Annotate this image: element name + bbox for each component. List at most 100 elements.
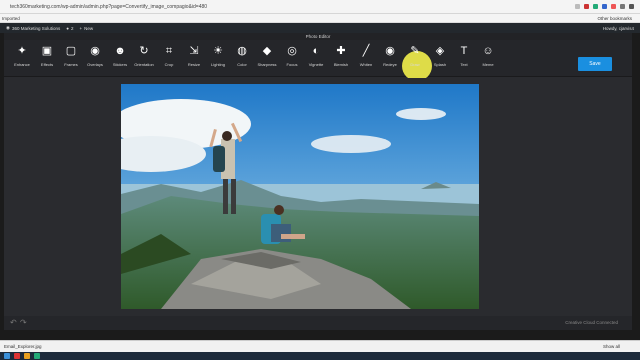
redo-icon[interactable]: ↷ <box>20 318 27 327</box>
tool-redeye[interactable]: ◉ Redeye <box>378 44 402 74</box>
photo-image <box>121 84 479 309</box>
tool-orientation[interactable]: ↻ Orientation <box>132 44 156 74</box>
wp-admin-bar: ◉ 360 Marketing Solutions ● 2 + New Howd… <box>0 23 640 33</box>
tool-label: Draw <box>410 62 420 67</box>
extension-icon[interactable] <box>602 4 607 9</box>
editor-canvas <box>4 78 632 318</box>
text-icon: T <box>460 45 468 57</box>
editor-toolbar: ✦ Enhance ▣ Effects ▢ Frames ◉ Overlays ☻ Sticker… <box>4 40 632 81</box>
tool-effects[interactable]: ▣ Effects <box>35 44 59 74</box>
editor-title: Photo Editor <box>4 33 632 40</box>
tool-label: Blemish <box>333 62 349 67</box>
tool-label: Frames <box>64 62 78 67</box>
vignette-icon: ◐ <box>312 45 320 57</box>
editor-footer: ↶ ↷ Creative Cloud Connected <box>4 316 632 330</box>
tool-label: Meme <box>482 62 494 67</box>
tool-vignette[interactable]: ◐ Vignette <box>304 44 328 74</box>
photo-editor: Photo Editor ✦ Enhance ▣ Effects ▢ Frames ◉ Ove… <box>4 33 632 330</box>
tool-resize[interactable]: ⇲ Resize <box>182 44 206 74</box>
tool-draw[interactable]: ✎ Draw <box>403 44 427 74</box>
extension-icon[interactable] <box>611 4 616 9</box>
right-scrollbar[interactable] <box>632 33 640 340</box>
taskbar-app-icon[interactable] <box>14 353 20 359</box>
taskbar <box>0 352 640 360</box>
tool-text[interactable]: T Text <box>452 44 476 74</box>
howdy-user[interactable]: Howdy, cjarvis4 <box>603 26 634 31</box>
tool-label: Lighting <box>210 62 225 67</box>
url-text[interactable]: tech360marketing.com/wp-admin/admin.php?… <box>10 4 207 10</box>
tool-label: Whiten <box>359 62 373 67</box>
save-button[interactable]: Save <box>578 57 612 71</box>
effects-icon: ▣ <box>41 45 53 57</box>
frames-icon: ▢ <box>65 45 77 57</box>
resize-icon: ⇲ <box>189 45 199 57</box>
tool-label: Enhance <box>14 62 30 67</box>
tool-enhance[interactable]: ✦ Enhance <box>10 44 34 74</box>
tool-label: Effects <box>40 62 54 67</box>
tool-overlays[interactable]: ◉ Overlays <box>83 44 107 74</box>
new-link[interactable]: + New <box>79 26 93 31</box>
tool-whiten[interactable]: ╱ Whiten <box>354 44 378 74</box>
tool-lighting[interactable]: ☀ Lighting <box>206 44 230 74</box>
orientation-icon: ↻ <box>139 45 149 57</box>
tool-label: Splash <box>433 62 447 67</box>
other-bookmarks[interactable]: Other bookmarks <box>597 16 632 21</box>
site-name[interactable]: ◉ 360 Marketing Solutions <box>6 25 60 31</box>
download-file[interactable]: Email_Explorer.jpg <box>4 344 42 349</box>
tool-label: Stickers <box>112 62 128 67</box>
redeye-icon: ◉ <box>385 45 395 57</box>
edited-photo[interactable] <box>121 84 479 309</box>
comments-count: 2 <box>70 25 74 31</box>
sharpness-icon: ◆ <box>262 45 272 57</box>
show-all-link[interactable]: Show all <box>603 344 620 349</box>
undo-icon[interactable]: ↶ <box>10 318 17 327</box>
tool-label: Orientation <box>134 62 154 67</box>
tool-label: Focus <box>286 62 298 67</box>
comment-icon: ● <box>66 25 69 31</box>
address-bar[interactable]: tech360marketing.com/wp-admin/admin.php?… <box>0 0 640 14</box>
star-icon[interactable] <box>575 4 580 9</box>
overlays-icon: ◉ <box>90 45 100 57</box>
cloud-status: Creative Cloud Connected <box>565 320 618 325</box>
tool-focus[interactable]: ◎ Focus <box>280 44 304 74</box>
plus-icon: + <box>79 25 83 31</box>
tool-crop[interactable]: ⌗ Crop <box>157 44 181 74</box>
extension-icon[interactable] <box>584 4 589 9</box>
wand-icon: ✦ <box>17 45 27 57</box>
tool-label: Text <box>460 62 468 67</box>
start-icon[interactable] <box>4 353 10 359</box>
tool-stickers[interactable]: ☻ Stickers <box>108 44 132 74</box>
draw-icon: ✎ <box>410 45 420 57</box>
tool-color[interactable]: ◍ Color <box>230 44 254 74</box>
tool-label: Redeye <box>383 62 397 67</box>
bookmarks-bar: Imported Other bookmarks <box>0 14 640 23</box>
tool-label: Vignette <box>308 62 324 67</box>
focus-icon: ◎ <box>287 45 297 57</box>
extension-icon[interactable] <box>593 4 598 9</box>
color-icon: ◍ <box>237 45 247 57</box>
stickers-icon: ☻ <box>114 45 126 57</box>
tool-label: Color <box>237 62 247 67</box>
tool-meme[interactable]: ☺ Meme <box>476 44 500 74</box>
blemish-icon: ✚ <box>336 45 346 57</box>
crop-icon: ⌗ <box>165 45 173 57</box>
menu-icon[interactable] <box>629 4 634 9</box>
comments-link[interactable]: ● 2 <box>66 26 73 31</box>
tool-frames[interactable]: ▢ Frames <box>59 44 83 74</box>
tool-label: Overlays <box>87 62 103 67</box>
extension-icon[interactable] <box>620 4 625 9</box>
splash-icon: ◈ <box>435 45 445 57</box>
extension-icons <box>575 4 634 9</box>
taskbar-app-icon[interactable] <box>34 353 40 359</box>
bookmark-imported[interactable]: Imported <box>2 16 20 21</box>
taskbar-app-icon[interactable] <box>24 353 30 359</box>
tool-blemish[interactable]: ✚ Blemish <box>329 44 353 74</box>
tool-splash[interactable]: ◈ Splash <box>428 44 452 74</box>
downloads-bar: Email_Explorer.jpg Show all <box>0 340 640 352</box>
site-name-label: 360 Marketing Solutions <box>11 25 61 31</box>
tool-label: Sharpness <box>257 62 277 67</box>
wordpress-icon: ◉ <box>6 25 10 30</box>
tool-sharpness[interactable]: ◆ Sharpness <box>255 44 279 74</box>
whiten-icon: ╱ <box>362 45 370 57</box>
tool-label: Crop <box>164 62 174 67</box>
